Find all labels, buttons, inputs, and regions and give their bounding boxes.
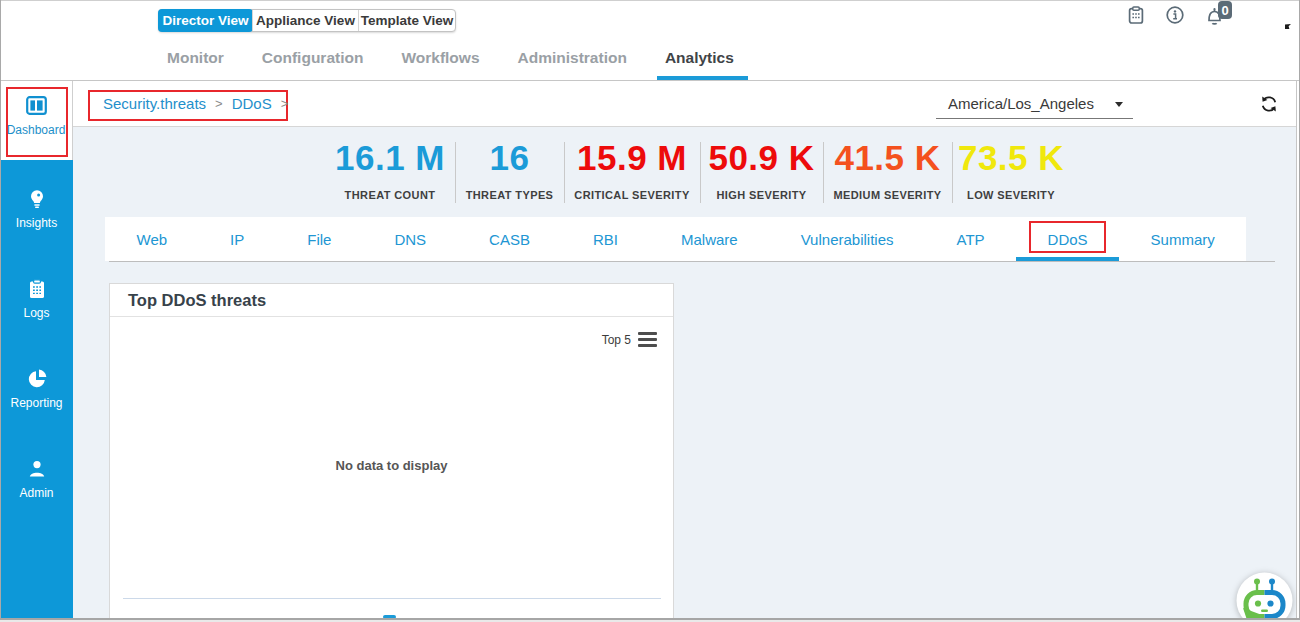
sidebar-item-insights[interactable]: Insights xyxy=(0,160,73,250)
breadcrumb-bar: Security.threats > DDoS > America/Los_An… xyxy=(73,81,1296,127)
sidebar-item-logs[interactable]: Logs xyxy=(0,250,73,340)
timezone-caret-icon xyxy=(1115,102,1123,107)
tab-rbi[interactable]: RBI xyxy=(561,217,649,261)
header-icons: 0 xyxy=(0,0,1300,40)
card-title: Top DDoS threats xyxy=(128,291,266,310)
sidebar: Dashboard Insights xyxy=(0,81,73,618)
tab-dns[interactable]: DNS xyxy=(363,217,458,261)
stat-value: 16.1 M xyxy=(325,140,455,176)
stat-threat-count: 16.1 M THREAT COUNT xyxy=(325,140,455,201)
sidebar-item-dashboard[interactable]: Dashboard xyxy=(0,81,73,160)
top-ddos-threats-card: Top DDoS threats Top 5 No data to displa… xyxy=(109,283,674,622)
stat-divider xyxy=(700,142,701,203)
reporting-icon xyxy=(27,369,47,389)
card-header: Top DDoS threats xyxy=(110,284,673,317)
sidebar-item-reporting[interactable]: Reporting xyxy=(0,340,73,430)
window-top-border xyxy=(0,0,1300,1)
stat-value: 16 xyxy=(455,140,564,176)
header: Director View Appliance View Template Vi… xyxy=(0,0,1300,81)
refresh-icon[interactable] xyxy=(1259,94,1279,114)
nav-analytics[interactable]: Analytics xyxy=(665,48,734,68)
stat-label: THREAT TYPES xyxy=(455,189,564,201)
sidebar-item-label: Insights xyxy=(16,216,57,230)
stat-value: 41.5 K xyxy=(823,140,952,176)
tab-ddos[interactable]: DDoS xyxy=(1016,217,1119,261)
admin-icon xyxy=(27,459,47,479)
tab-summary[interactable]: Summary xyxy=(1119,217,1246,261)
stat-divider xyxy=(564,142,565,203)
stat-value: 50.9 K xyxy=(700,140,823,176)
timezone-value: America/Los_Angeles xyxy=(948,95,1094,112)
tab-malware[interactable]: Malware xyxy=(649,217,769,261)
notification-badge: 0 xyxy=(1218,1,1232,19)
tab-atp[interactable]: ATP xyxy=(925,217,1016,261)
breadcrumb-security-threats[interactable]: Security.threats xyxy=(103,95,206,112)
stat-critical-severity: 15.9 M CRITICAL SEVERITY xyxy=(564,140,700,201)
stat-label: THREAT COUNT xyxy=(325,189,455,201)
sidebar-item-label: Reporting xyxy=(10,396,62,410)
stat-label: CRITICAL SEVERITY xyxy=(564,189,700,201)
stat-label: MEDIUM SEVERITY xyxy=(823,189,952,201)
tab-ip[interactable]: IP xyxy=(199,217,276,261)
chatbot-icon[interactable] xyxy=(1236,572,1293,622)
sidebar-item-label: Logs xyxy=(23,306,49,320)
stat-value: 73.5 K xyxy=(952,140,1070,176)
breadcrumb-separator: > xyxy=(281,96,289,111)
stat-divider xyxy=(952,142,953,203)
dashboard-annotation-box xyxy=(6,87,68,157)
tab-casb[interactable]: CASB xyxy=(458,217,562,261)
tab-strip-border xyxy=(109,261,1275,262)
stat-divider xyxy=(823,142,824,203)
nav-configuration[interactable]: Configuration xyxy=(262,48,364,68)
tab-web[interactable]: Web xyxy=(105,217,199,261)
tab-vulnerabilities[interactable]: Vulnerabilities xyxy=(769,217,925,261)
stat-label: LOW SEVERITY xyxy=(952,189,1070,201)
chart-axis-line xyxy=(123,598,661,599)
stat-high-severity: 50.9 K HIGH SEVERITY xyxy=(700,140,823,201)
info-icon[interactable] xyxy=(1166,6,1184,28)
sidebar-item-label: Admin xyxy=(19,486,53,500)
tasks-icon[interactable] xyxy=(1128,6,1144,28)
nav-administration[interactable]: Administration xyxy=(518,48,627,68)
stat-label: HIGH SEVERITY xyxy=(700,189,823,201)
breadcrumb-ddos[interactable]: DDoS xyxy=(232,95,272,112)
app-window: Director View Appliance View Template Vi… xyxy=(0,0,1300,622)
nav-monitor[interactable]: Monitor xyxy=(167,48,224,68)
user-menu-caret-icon[interactable] xyxy=(1285,15,1291,33)
chart-menu-icon[interactable] xyxy=(638,332,657,350)
main-nav: Monitor Configuration Workflows Administ… xyxy=(167,48,734,68)
stat-medium-severity: 41.5 K MEDIUM SEVERITY xyxy=(823,140,952,201)
stat-divider xyxy=(455,142,456,203)
chart-top-n-label: Top 5 xyxy=(602,333,631,347)
nav-workflows[interactable]: Workflows xyxy=(401,48,479,68)
content-right-border xyxy=(1296,81,1297,618)
chart-empty-message: No data to display xyxy=(110,458,673,473)
stat-value: 15.9 M xyxy=(564,140,700,176)
breadcrumb: Security.threats > DDoS > xyxy=(103,95,288,112)
threat-tab-strip: Web IP File DNS CASB RBI Malware Vulnera… xyxy=(105,217,1246,261)
breadcrumb-separator: > xyxy=(215,96,223,111)
sidebar-item-admin[interactable]: Admin xyxy=(0,430,73,520)
window-left-border xyxy=(0,0,1,622)
stat-low-severity: 73.5 K LOW SEVERITY xyxy=(952,140,1070,201)
logs-icon xyxy=(28,279,46,299)
stat-threat-types: 16 THREAT TYPES xyxy=(455,140,564,201)
timezone-select[interactable]: America/Los_Angeles xyxy=(936,89,1133,119)
insights-icon xyxy=(27,189,47,209)
tab-file[interactable]: File xyxy=(276,217,363,261)
